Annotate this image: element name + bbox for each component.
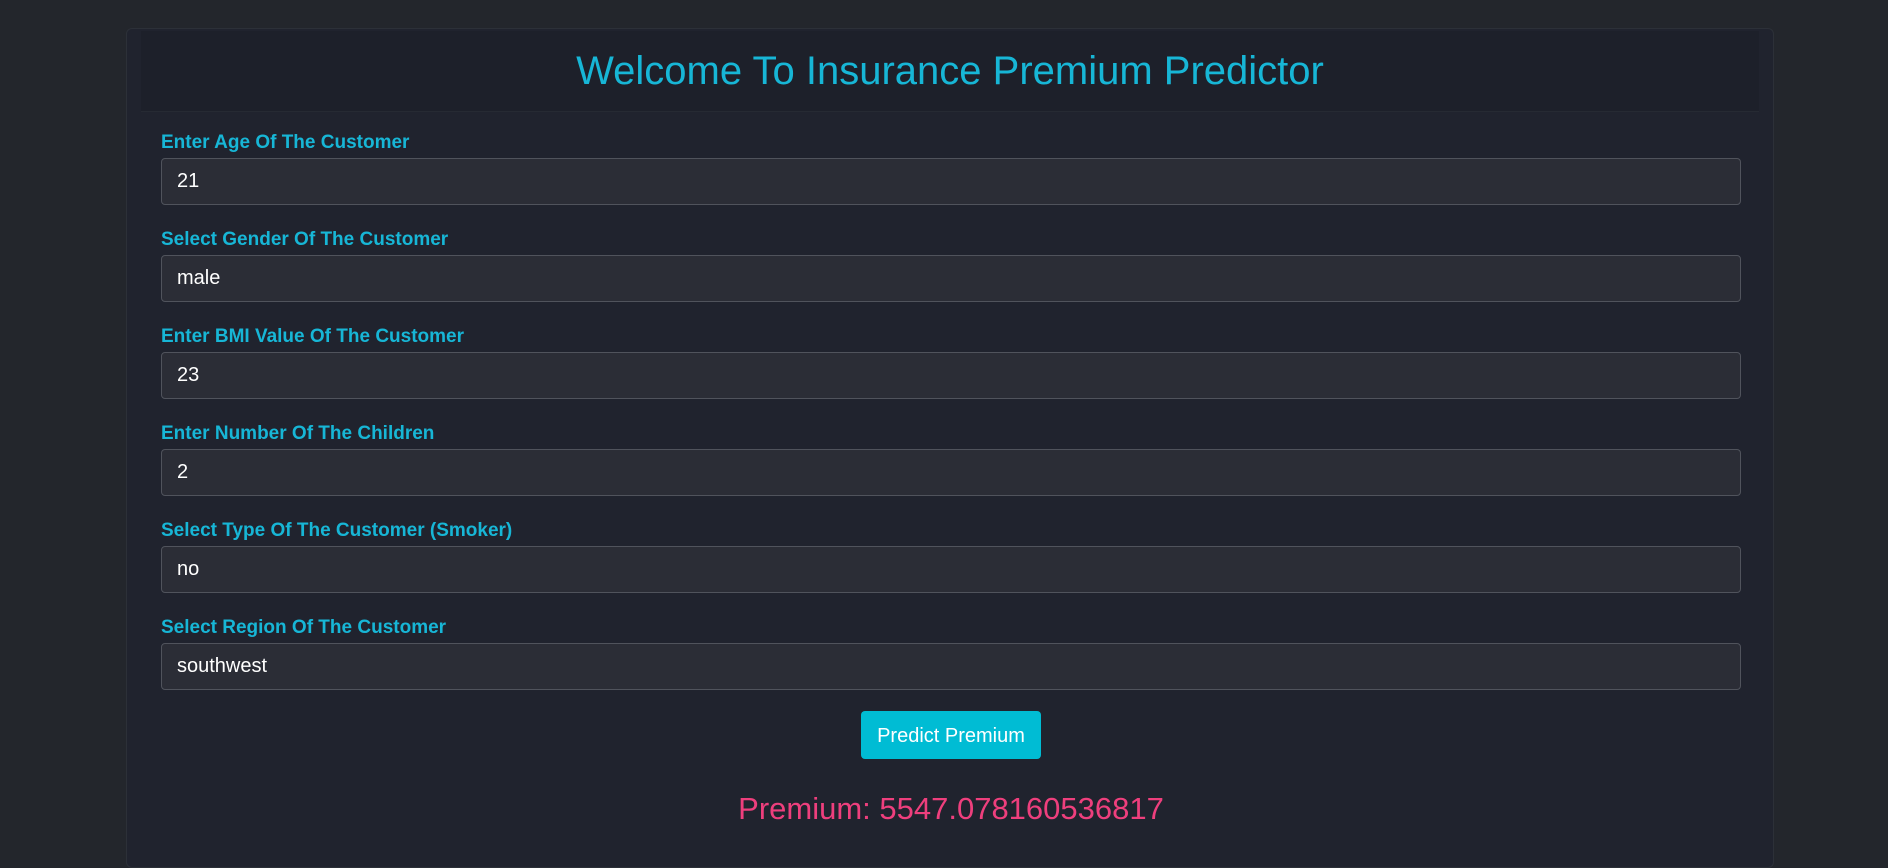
children-input[interactable]: 2 [161, 449, 1741, 496]
gender-select[interactable]: male [161, 255, 1741, 302]
age-label: Enter Age Of The Customer [161, 132, 410, 153]
bmi-field-group: Enter BMI Value Of The Customer 23 [161, 325, 1741, 399]
gender-label: Select Gender Of The Customer [161, 229, 449, 250]
smoker-select[interactable]: no [161, 546, 1741, 593]
age-field-group: Enter Age Of The Customer 21 [161, 131, 1741, 205]
page-header: Welcome To Insurance Premium Predictor [141, 31, 1759, 112]
predictor-card: Welcome To Insurance Premium Predictor E… [126, 28, 1774, 868]
region-select[interactable]: southwest [161, 643, 1741, 690]
children-field-group: Enter Number Of The Children 2 [161, 422, 1741, 496]
gender-field-group: Select Gender Of The Customer male [161, 228, 1741, 302]
region-label: Select Region Of The Customer [161, 617, 447, 638]
smoker-field-group: Select Type Of The Customer (Smoker) no [161, 519, 1741, 593]
bmi-input[interactable]: 23 [161, 352, 1741, 399]
region-field-group: Select Region Of The Customer southwest [161, 616, 1741, 690]
page-title: Welcome To Insurance Premium Predictor [576, 48, 1324, 93]
predict-premium-button[interactable]: Predict Premium [861, 711, 1041, 759]
children-label: Enter Number Of The Children [161, 423, 435, 444]
premium-result: Premium: 5547.078160536817 [738, 791, 1164, 826]
bmi-label: Enter BMI Value Of The Customer [161, 326, 464, 347]
age-input[interactable]: 21 [161, 158, 1741, 205]
smoker-label: Select Type Of The Customer (Smoker) [161, 520, 513, 541]
